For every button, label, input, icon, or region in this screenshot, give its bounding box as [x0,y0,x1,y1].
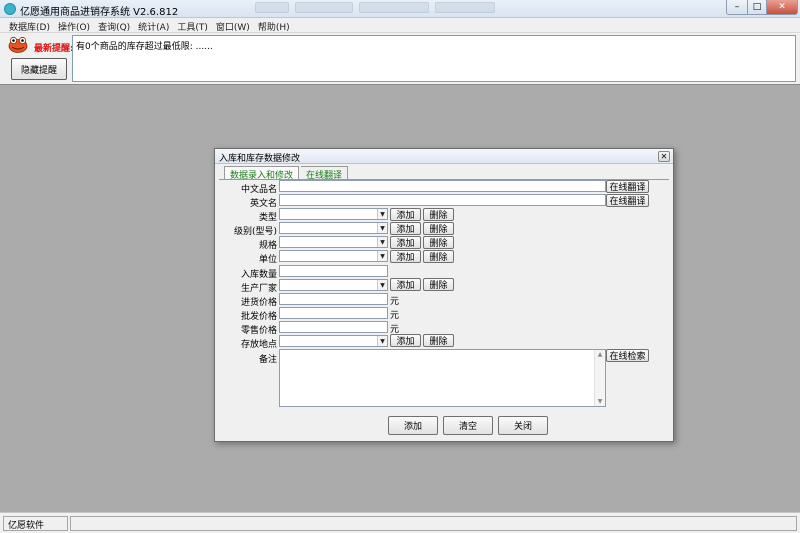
alert-message-box: 有0个商品的库存超过最低限: ...... [72,35,796,82]
stock-edit-dialog: 入库和库存数据修改 ✕ 数据录入和修改 在线翻译 中文品名 在线翻译 英文名 在… [214,148,674,442]
add-location-button[interactable]: 添加 [390,334,421,347]
grade-select[interactable]: ▼ [279,222,388,234]
window-title: 亿愿通用商品进销存系统 V2.6.812 [20,7,179,18]
retail-price-input[interactable] [279,321,388,333]
chevron-down-icon: ▼ [377,336,387,346]
label-remark: 备注 [258,355,277,365]
menu-window[interactable]: 窗口(W) [213,18,255,33]
dialog-titlebar: 入库和库存数据修改 ✕ [215,149,673,164]
spec-select[interactable]: ▼ [279,236,388,248]
delete-grade-button[interactable]: 删除 [423,222,454,235]
label-wholesale-price: 批发价格 [240,312,277,322]
menu-statistics[interactable]: 统计(A) [135,18,174,33]
remark-textarea[interactable]: ▲ ▼ [279,349,606,407]
menu-database[interactable]: 数据库(D) [6,18,55,33]
close-dialog-button[interactable]: 关闭 [498,416,548,435]
translate-en-button[interactable]: 在线翻译 [606,194,649,207]
remark-scrollbar[interactable]: ▲ ▼ [594,350,605,406]
alert-title: 最新提醒: [34,44,74,54]
menu-tools[interactable]: 工具(T) [174,18,213,33]
delete-spec-button[interactable]: 删除 [423,236,454,249]
add-spec-button[interactable]: 添加 [390,236,421,249]
menu-operation[interactable]: 操作(O) [55,18,95,33]
maker-select[interactable]: ▼ [279,279,388,291]
add-type-button[interactable]: 添加 [390,208,421,221]
qty-input[interactable] [279,265,388,277]
label-cost-price: 进货价格 [240,298,277,308]
scroll-down-icon: ▼ [597,398,603,405]
chevron-down-icon: ▼ [377,251,387,261]
clear-button[interactable]: 清空 [443,416,493,435]
chevron-down-icon: ▼ [377,237,387,247]
location-select[interactable]: ▼ [279,335,388,347]
alert-panel: 最新提醒: 隐藏提醒 有0个商品的库存超过最低限: ...... [0,33,800,85]
delete-location-button[interactable]: 删除 [423,334,454,347]
add-grade-button[interactable]: 添加 [390,222,421,235]
label-location: 存放地点 [240,340,277,350]
tab-data-entry[interactable]: 数据录入和修改 [224,166,300,181]
dialog-tabs: 数据录入和修改 在线翻译 [224,166,349,181]
translate-cn-button[interactable]: 在线翻译 [606,180,649,193]
status-message-cell [70,516,797,531]
chevron-down-icon: ▼ [377,280,387,290]
online-search-button[interactable]: 在线检索 [606,349,649,362]
en-name-input[interactable] [279,194,606,206]
submit-add-button[interactable]: 添加 [388,416,438,435]
dialog-close-button[interactable]: ✕ [658,151,670,162]
label-grade: 级别(型号) [233,227,277,237]
app-icon [4,3,16,15]
label-retail-price: 零售价格 [240,326,277,336]
tab-online-translate[interactable]: 在线翻译 [301,166,349,181]
label-en-name: 英文名 [249,199,277,209]
unit-select[interactable]: ▼ [279,250,388,262]
label-cn-name: 中文品名 [240,185,277,195]
label-type: 类型 [258,213,277,223]
chevron-down-icon: ▼ [377,209,387,219]
frog-icon [8,36,28,53]
status-company: 亿愿软件 [3,516,68,531]
label-qty: 入库数量 [240,270,277,280]
hide-alert-button[interactable]: 隐藏提醒 [11,58,67,80]
window-titlebar: 亿愿通用商品进销存系统 V2.6.812 – □ ✕ [0,0,800,18]
cost-price-input[interactable] [279,293,388,305]
delete-unit-button[interactable]: 删除 [423,250,454,263]
menu-query[interactable]: 查询(Q) [95,18,135,33]
label-maker: 生产厂家 [240,284,277,294]
label-spec: 规格 [258,241,277,251]
wholesale-price-unit: 元 [390,311,400,321]
delete-type-button[interactable]: 删除 [423,208,454,221]
background-taskbar-ghost [255,2,495,15]
dialog-title: 入库和库存数据修改 [219,154,301,164]
cn-name-input[interactable] [279,180,606,192]
maximize-button[interactable]: □ [747,0,767,15]
menu-bar: 数据库(D) 操作(O) 查询(Q) 统计(A) 工具(T) 窗口(W) 帮助(… [0,18,800,33]
close-window-button[interactable]: ✕ [766,0,798,15]
delete-maker-button[interactable]: 删除 [423,278,454,291]
alert-message: 有0个商品的库存超过最低限: ...... [76,42,213,52]
label-unit: 单位 [258,255,277,265]
add-maker-button[interactable]: 添加 [390,278,421,291]
menu-help[interactable]: 帮助(H) [255,18,295,33]
minimize-button[interactable]: – [726,0,748,15]
status-bar: 亿愿软件 [0,512,800,533]
scroll-up-icon: ▲ [597,351,603,358]
cost-price-unit: 元 [390,297,400,307]
wholesale-price-input[interactable] [279,307,388,319]
type-select[interactable]: ▼ [279,208,388,220]
add-unit-button[interactable]: 添加 [390,250,421,263]
chevron-down-icon: ▼ [377,223,387,233]
